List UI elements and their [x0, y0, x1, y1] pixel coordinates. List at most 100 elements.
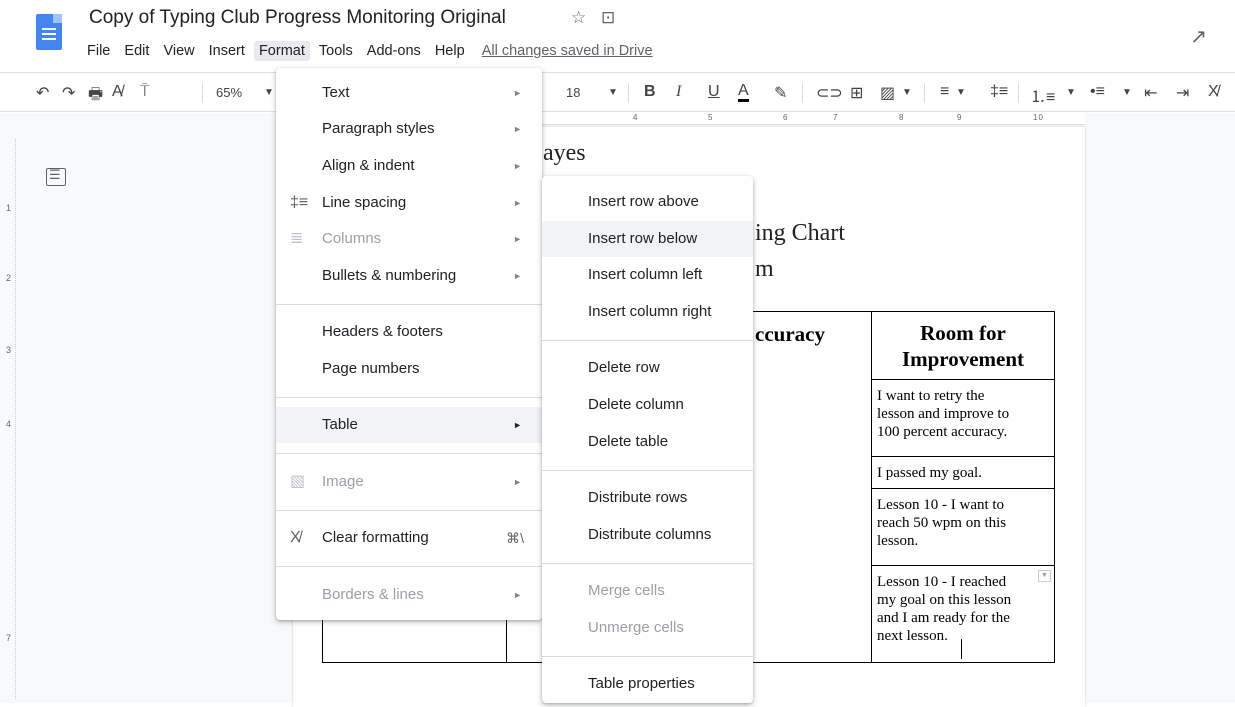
format-menu-text[interactable]: Text ► [276, 75, 542, 111]
table-row-border [871, 565, 1054, 566]
submenu-arrow-icon: ► [513, 477, 522, 487]
table-unmerge-cells: Unmerge cells [588, 619, 684, 636]
menu-divider [542, 656, 753, 657]
menu-insert[interactable]: Insert [204, 41, 250, 61]
align-dropdown-icon[interactable]: ▼ [956, 87, 966, 98]
table-insert-row-above[interactable]: Insert row above [542, 184, 753, 220]
text-color-button[interactable]: A [738, 83, 749, 102]
menu-divider [276, 510, 542, 511]
format-menu-page-numbers[interactable]: Page numbers [276, 351, 542, 387]
table-cell[interactable]: I passed my goal. [877, 464, 982, 482]
submenu-arrow-icon: ► [513, 271, 522, 281]
table-insert-row-below[interactable]: Insert row below [542, 221, 753, 257]
menu-bar: File Edit View Insert Format Tools Add-o… [82, 41, 653, 61]
doc-chart-title-fragment[interactable]: ing Chart [755, 220, 845, 247]
table-row-border [871, 379, 1054, 380]
font-size-dropdown-icon[interactable]: ▼ [608, 87, 618, 98]
submenu-arrow-icon: ► [513, 124, 522, 134]
doc-heading-fragment[interactable]: ayes [543, 140, 586, 167]
add-comment-icon[interactable]: ⊞ [850, 83, 863, 103]
format-menu-headers-footers[interactable]: Headers & footers [276, 314, 542, 350]
menu-divider [276, 566, 542, 567]
format-menu-clear-formatting[interactable]: X̸ Clear formatting ⌘\ [276, 520, 542, 556]
format-menu-columns: ≣ Columns ► [276, 221, 542, 257]
table-header-room-for-improvement[interactable]: Room for Improvement [872, 320, 1054, 372]
submenu-arrow-icon: ► [513, 590, 522, 600]
comment-anchor-icon[interactable]: ▼ [1038, 570, 1051, 582]
spellcheck-icon[interactable]: A̸ [112, 83, 123, 101]
format-menu-table[interactable]: Table ► [276, 407, 542, 443]
save-status-link[interactable]: All changes saved in Drive [482, 43, 653, 59]
image-dropdown-icon[interactable]: ▼ [902, 87, 912, 98]
table-insert-column-left[interactable]: Insert column left [542, 257, 753, 293]
menu-add-ons[interactable]: Add-ons [362, 41, 426, 61]
table-properties[interactable]: Table properties [542, 666, 753, 702]
underline-button[interactable]: U [708, 83, 720, 101]
align-icon[interactable]: ≡ [940, 83, 949, 101]
undo-icon[interactable]: ↶ [36, 83, 49, 103]
doc-subtitle-fragment[interactable]: m [755, 256, 774, 283]
table-distribute-columns[interactable]: Distribute columns [542, 517, 753, 553]
decrease-indent-icon[interactable]: ⇤ [1144, 83, 1157, 103]
document-outline-icon[interactable] [46, 167, 66, 186]
menu-divider [542, 470, 753, 471]
paint-format-icon[interactable]: ⍑ [140, 83, 150, 101]
table-merge-cells: Merge cells [588, 582, 665, 599]
font-size-field[interactable]: 18 [566, 85, 580, 100]
submenu-arrow-icon: ► [513, 161, 522, 171]
table-delete-column[interactable]: Delete column [542, 387, 753, 423]
menu-edit[interactable]: Edit [119, 41, 154, 61]
menu-divider [542, 563, 753, 564]
table-delete-table[interactable]: Delete table [542, 424, 753, 460]
menu-help[interactable]: Help [430, 41, 470, 61]
redo-icon[interactable]: ↷ [62, 83, 75, 103]
vertical-ruler[interactable]: 1 2 3 4 7 [4, 139, 16, 699]
table-row-border [871, 488, 1054, 489]
table-cell[interactable]: Lesson 10 - I want to reach 50 wpm on th… [877, 496, 1006, 550]
numbered-list-icon[interactable]: ⒈≡ [1030, 83, 1055, 107]
document-title[interactable]: Copy of Typing Club Progress Monitoring … [89, 7, 506, 29]
docs-logo-icon[interactable] [36, 14, 62, 50]
title-bar: Copy of Typing Club Progress Monitoring … [0, 0, 1235, 70]
zoom-select[interactable]: 65% [216, 85, 242, 100]
table-delete-row[interactable]: Delete row [542, 350, 753, 386]
line-spacing-icon[interactable]: ‡≡ [990, 83, 1008, 101]
numbered-list-dropdown-icon[interactable]: ▼ [1066, 87, 1076, 98]
bulleted-list-dropdown-icon[interactable]: ▼ [1122, 87, 1132, 98]
print-icon[interactable]: 🖶 [88, 83, 103, 110]
highlight-color-icon[interactable]: ✎ [774, 83, 787, 103]
table-cell[interactable]: Lesson 10 - I reached my goal on this le… [877, 573, 1011, 645]
move-to-folder-icon[interactable]: ⊡ [601, 8, 615, 27]
menu-tools[interactable]: Tools [314, 41, 358, 61]
clear-formatting-icon[interactable]: X̸ [1208, 83, 1219, 101]
italic-button[interactable]: I [676, 83, 681, 101]
table-header-accuracy[interactable]: ccuracy [755, 321, 825, 347]
format-menu-bullets-numbering[interactable]: Bullets & numbering ► [276, 258, 542, 294]
bold-button[interactable]: B [644, 83, 656, 101]
toolbar: ↶ ↷ 🖶 A̸ ⍑ 65% ▼ 18 ▼ B I U A ✎ ⊂⊃ ⊞ ▨ ▼… [0, 72, 1235, 112]
increase-indent-icon[interactable]: ⇥ [1176, 83, 1189, 103]
menu-view[interactable]: View [158, 41, 199, 61]
submenu-arrow-icon: ► [513, 234, 522, 244]
table-row-border [871, 456, 1054, 457]
activity-dashboard-icon[interactable]: ↗ [1190, 24, 1207, 49]
submenu-arrow-icon: ► [513, 88, 522, 98]
format-menu-paragraph-styles[interactable]: Paragraph styles ► [276, 111, 542, 147]
image-icon: ▧ [290, 473, 306, 490]
insert-link-icon[interactable]: ⊂⊃ [816, 83, 843, 103]
clear-formatting-icon: X̸ [290, 529, 301, 546]
table-distribute-rows[interactable]: Distribute rows [542, 480, 753, 516]
menu-file[interactable]: File [82, 41, 115, 61]
insert-image-icon[interactable]: ▨ [880, 83, 895, 103]
zoom-dropdown-icon[interactable]: ▼ [264, 87, 274, 98]
table-insert-column-right[interactable]: Insert column right [542, 294, 753, 330]
format-menu-line-spacing[interactable]: ‡≡ Line spacing ► [276, 185, 542, 221]
bulleted-list-icon[interactable]: •≡ [1090, 83, 1105, 101]
format-menu-image: ▧ Image ► [276, 464, 542, 500]
table-cell[interactable]: I want to retry the lesson and improve t… [877, 387, 1009, 441]
table-submenu: Insert row above Insert row below Insert… [542, 176, 753, 703]
menu-format[interactable]: Format [253, 41, 310, 61]
star-icon[interactable]: ☆ [571, 8, 586, 27]
text-cursor [961, 639, 962, 659]
format-menu-align-indent[interactable]: Align & indent ► [276, 148, 542, 184]
